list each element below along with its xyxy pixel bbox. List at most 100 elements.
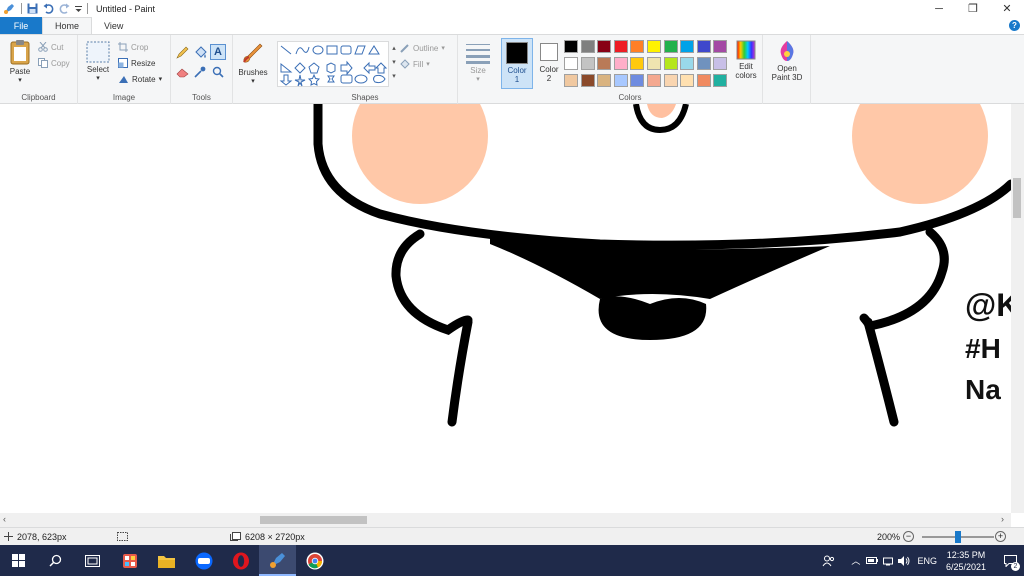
palette-swatch[interactable] [663,57,678,70]
palette-swatch[interactable] [630,40,645,53]
zoom-slider-thumb[interactable] [955,531,961,543]
shapes-gallery[interactable] [277,41,389,87]
select-dropdown-icon[interactable]: ▾ [85,74,111,82]
palette-swatch[interactable] [647,57,661,70]
outline-dropdown-icon[interactable]: ▾ [441,44,445,52]
palette-swatch[interactable] [597,40,612,53]
palette-swatch[interactable] [647,40,661,53]
search-button[interactable] [37,545,74,576]
volume-icon[interactable] [898,555,910,566]
taskbar-file-explorer[interactable] [148,545,185,576]
scroll-left-arrow[interactable]: ‹ [3,514,6,524]
paste-button[interactable]: Paste ▾ [6,39,34,84]
paint-app-icon[interactable] [3,2,16,15]
palette-swatch[interactable] [630,57,645,70]
fill-dropdown-icon[interactable]: ▾ [426,60,430,68]
vertical-scroll-thumb[interactable] [1013,178,1021,218]
copy-button[interactable]: Copy [38,58,70,68]
color1-button[interactable]: Color 1 [501,38,533,89]
rotate-button[interactable]: Rotate ▾ [118,74,162,84]
canvas-drawing[interactable]: @K #H Na [0,104,1011,513]
brushes-dropdown-icon[interactable]: ▾ [235,77,271,85]
palette-swatch[interactable] [696,40,711,53]
open-paint3d-button[interactable]: Open Paint 3D [766,40,808,82]
taskbar-app-games[interactable] [111,545,148,576]
palette-swatch[interactable] [713,74,728,87]
palette-swatch[interactable] [680,57,695,70]
fill-bucket-icon[interactable] [194,46,207,59]
color2-button[interactable]: Color 2 [535,38,563,89]
palette-swatch[interactable] [613,57,628,70]
horizontal-scrollbar[interactable]: ‹ › [0,513,1011,527]
paste-dropdown-icon[interactable]: ▾ [6,76,34,84]
palette-swatch[interactable] [713,57,728,70]
taskbar-clock[interactable]: 12:35 PM 6/25/2021 [946,549,986,573]
show-hidden-icons-button[interactable]: ︿ [851,554,860,567]
outline-button[interactable]: Outline ▾ [400,43,445,53]
palette-swatch[interactable] [597,57,612,70]
save-icon[interactable] [27,3,38,14]
scroll-right-arrow[interactable]: › [1001,514,1004,524]
start-button[interactable] [0,545,37,576]
battery-icon[interactable] [866,556,879,565]
customize-qat-icon[interactable] [75,4,82,13]
palette-swatch[interactable] [696,74,711,87]
select-button[interactable]: Select ▾ [85,41,111,82]
palette-swatch[interactable] [647,74,661,87]
palette-swatch[interactable] [613,40,628,53]
close-button[interactable]: ✕ [990,0,1024,17]
fill-button[interactable]: Fill ▾ [400,59,430,69]
magnifier-icon[interactable] [212,66,224,78]
people-icon[interactable] [822,555,835,567]
eraser-icon[interactable] [176,67,189,78]
notification-center-button[interactable]: 2 [996,545,1024,576]
palette-swatch[interactable] [680,40,695,53]
palette-swatch[interactable] [564,57,578,70]
taskbar-opera[interactable] [222,545,259,576]
palette-swatch[interactable] [580,40,595,53]
crop-button[interactable]: Crop [118,42,148,52]
vertical-scrollbar[interactable] [1011,104,1024,513]
tab-home[interactable]: Home [42,17,93,34]
tab-view[interactable]: View [92,17,135,34]
input-language[interactable]: ENG [917,556,937,566]
task-view-button[interactable] [74,545,111,576]
undo-icon[interactable] [43,3,54,14]
zoom-in-button[interactable]: + [995,531,1006,542]
palette-swatch[interactable] [680,74,695,87]
palette-swatch[interactable] [630,74,645,87]
network-icon[interactable] [883,556,894,566]
taskbar-paint[interactable] [259,545,296,576]
text-tool-icon[interactable]: A [210,44,226,60]
redo-icon[interactable] [59,3,70,14]
cut-button[interactable]: Cut [38,42,63,52]
taskbar-zalo[interactable] [185,545,222,576]
taskbar-chrome[interactable] [296,545,333,576]
palette-swatch[interactable] [564,40,578,53]
size-button[interactable]: Size ▾ [464,42,492,83]
color-picker-icon[interactable] [194,66,206,78]
brushes-button[interactable]: Brushes ▾ [235,40,271,85]
edit-colors-button[interactable]: Edit colors [731,40,761,80]
resize-button[interactable]: Resize [118,58,155,68]
tab-file[interactable]: File [0,17,42,34]
palette-swatch[interactable] [580,57,595,70]
palette-swatch[interactable] [663,40,678,53]
rotate-dropdown-icon[interactable]: ▾ [159,75,163,83]
pencil-icon[interactable] [176,46,189,59]
palette-swatch[interactable] [663,74,678,87]
help-icon[interactable]: ? [1009,20,1020,31]
horizontal-scroll-thumb[interactable] [260,516,367,524]
drawing-canvas[interactable]: @K #H Na [0,104,1011,513]
maximize-button[interactable]: ❐ [956,0,990,17]
shape-icons[interactable] [278,42,390,88]
palette-swatch[interactable] [613,74,628,87]
palette-swatch[interactable] [713,40,728,53]
palette-swatch[interactable] [597,74,612,87]
palette-swatch[interactable] [564,74,578,87]
palette-swatch[interactable] [580,74,595,87]
size-dropdown-icon[interactable]: ▾ [464,75,492,83]
palette-swatch[interactable] [696,57,711,70]
zoom-out-button[interactable]: − [903,531,914,542]
minimize-button[interactable]: ─ [922,0,956,17]
